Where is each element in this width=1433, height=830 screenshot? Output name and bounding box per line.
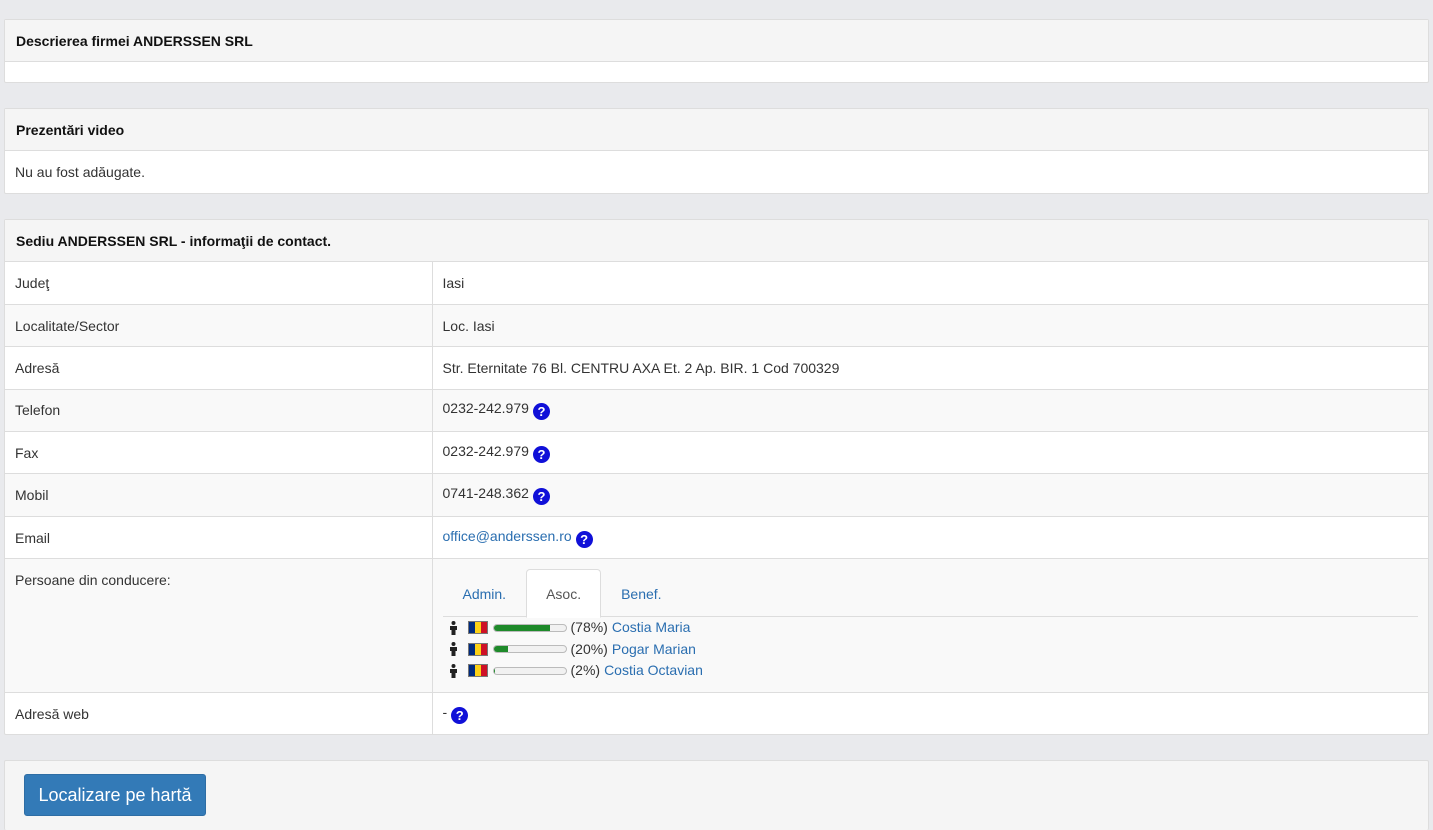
label-mobil: Mobil	[5, 473, 433, 517]
value-web-cell: -?	[432, 692, 1428, 736]
share-bar	[492, 623, 567, 632]
romania-flag-icon	[467, 621, 488, 635]
romania-flag-icon	[467, 642, 488, 656]
contact-panel: Sediu ANDERSSEN SRL - informaţii de cont…	[4, 219, 1429, 736]
share-percent: (78%)	[570, 619, 608, 636]
share-bar	[492, 645, 567, 654]
share-bar-fill	[493, 667, 495, 674]
row-judet: Judeţ Iasi	[5, 262, 1428, 305]
row-web: Adresă web -?	[5, 692, 1428, 736]
tab-asoc[interactable]: Asoc.	[526, 569, 602, 619]
label-judet: Judeţ	[5, 262, 433, 305]
contact-table: Judeţ Iasi Localitate/Sector Loc. Iasi A…	[5, 262, 1428, 736]
help-icon[interactable]: ?	[532, 403, 550, 421]
row-mobil: Mobil 0741-248.362?	[5, 473, 1428, 517]
row-adresa: Adresă Str. Eternitate 76 Bl. CENTRU AXA…	[5, 346, 1428, 390]
row-email: Email office@anderssen.ro?	[5, 515, 1428, 559]
video-panel: Prezentări video Nu au fost adăugate.	[4, 108, 1429, 194]
email-link[interactable]: office@anderssen.ro	[443, 528, 572, 544]
person-icon	[447, 620, 461, 635]
label-telefon: Telefon	[5, 388, 433, 432]
management-tabs: Admin. Asoc. Benef.	[442, 569, 1418, 619]
help-icon[interactable]: ?	[532, 445, 550, 463]
label-persoane: Persoane din conducere:	[5, 558, 433, 693]
label-fax: Fax	[5, 431, 433, 474]
share-bar-fill	[493, 646, 508, 653]
associates-list: (78%) Costia Maria (20%) Pogar Marian (2%) Co…	[443, 617, 1419, 682]
map-location-button[interactable]: Localizare pe hartă	[24, 774, 206, 816]
label-web: Adresă web	[5, 692, 433, 736]
value-mobil: 0741-248.362	[442, 485, 529, 502]
person-icon	[447, 663, 461, 678]
value-fax-cell: 0232-242.979?	[432, 431, 1428, 474]
description-panel-body	[5, 62, 1428, 82]
associate-name-link[interactable]: Pogar Marian	[612, 639, 696, 661]
person-icon	[447, 642, 461, 657]
value-fax: 0232-242.979	[442, 442, 529, 459]
associate-row: (2%) Costia Octavian	[443, 660, 1419, 682]
row-fax: Fax 0232-242.979?	[5, 431, 1428, 474]
row-localitate: Localitate/Sector Loc. Iasi	[5, 303, 1428, 347]
row-telefon: Telefon 0232-242.979?	[5, 388, 1428, 432]
tab-benef[interactable]: Benef.	[601, 569, 681, 617]
value-mobil-cell: 0741-248.362?	[432, 473, 1428, 517]
map-panel: Localizare pe hartă	[4, 760, 1429, 830]
label-localitate: Localitate/Sector	[5, 303, 433, 347]
label-adresa: Adresă	[5, 346, 433, 390]
description-panel: Descrierea firmei ANDERSSEN SRL	[4, 19, 1429, 83]
share-percent: (2%)	[570, 662, 601, 679]
video-panel-body: Nu au fost adăugate.	[15, 164, 145, 180]
value-telefon: 0232-242.979	[442, 400, 529, 417]
value-email-cell: office@anderssen.ro?	[432, 515, 1428, 559]
row-persoane: Persoane din conducere: Admin. Asoc. Ben…	[5, 558, 1428, 693]
associate-row: (78%) Costia Maria	[443, 617, 1419, 639]
value-telefon-cell: 0232-242.979?	[432, 388, 1428, 432]
value-judet: Iasi	[442, 274, 465, 291]
help-icon[interactable]: ?	[451, 707, 469, 725]
management-cell: Admin. Asoc. Benef. (78%) Costia Maria (20…	[432, 558, 1428, 693]
associate-row: (20%) Pogar Marian	[443, 639, 1419, 661]
share-percent: (20%)	[570, 640, 608, 657]
help-icon[interactable]: ?	[532, 488, 550, 506]
description-panel-title: Descrierea firmei ANDERSSEN SRL	[5, 20, 1428, 62]
value-adresa: Str. Eternitate 76 Bl. CENTRU AXA Et. 2 …	[432, 346, 1428, 390]
help-icon[interactable]: ?	[575, 530, 593, 548]
associate-name-link[interactable]: Costia Maria	[612, 617, 691, 639]
value-localitate: Loc. Iasi	[432, 303, 1428, 347]
value-web: -	[442, 704, 448, 721]
romania-flag-icon	[467, 664, 488, 678]
tab-admin[interactable]: Admin.	[443, 569, 527, 617]
associate-name-link[interactable]: Costia Octavian	[604, 660, 703, 682]
contact-panel-title: Sediu ANDERSSEN SRL - informaţii de cont…	[5, 220, 1428, 262]
label-email: Email	[5, 515, 433, 559]
share-bar-fill	[493, 624, 550, 631]
share-bar	[492, 666, 567, 675]
video-panel-title: Prezentări video	[5, 109, 1428, 151]
